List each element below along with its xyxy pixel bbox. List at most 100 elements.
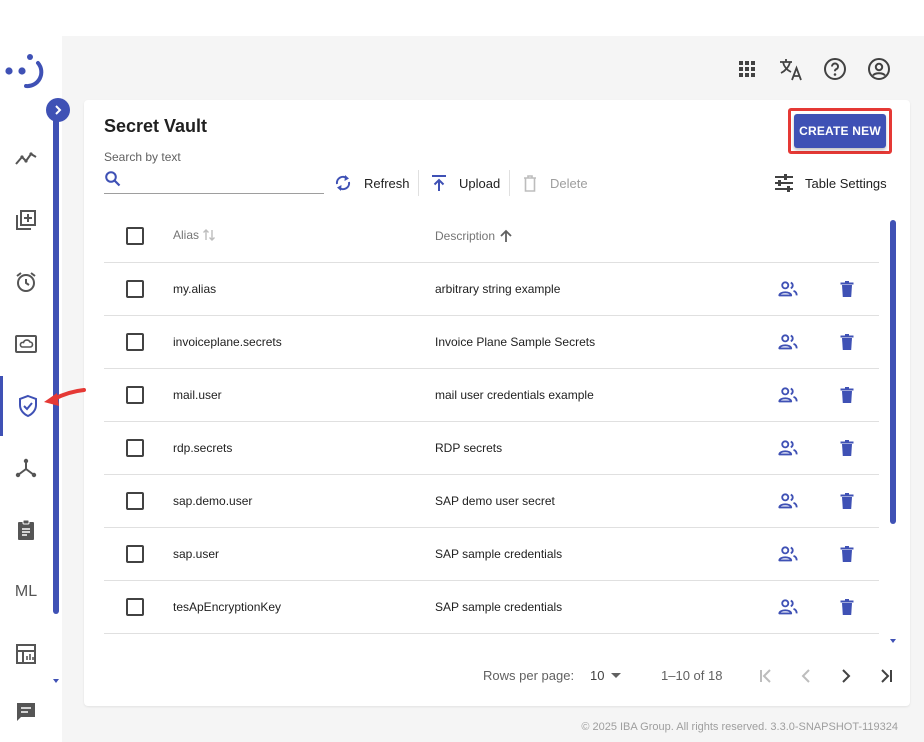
search-input[interactable] [130,170,320,192]
cloud-box-icon [14,332,38,356]
delete-icon[interactable] [835,595,859,619]
refresh-label: Refresh [364,175,410,191]
share-users-icon[interactable] [776,436,800,460]
apps-grid-icon[interactable] [732,54,762,84]
shield-check-icon [16,394,40,418]
chevron-right-icon [51,103,65,117]
sidebar-item-nodes[interactable] [0,438,52,498]
delete-label: Delete [550,175,588,191]
next-page-icon[interactable] [833,663,859,689]
refresh-button[interactable]: Refresh [332,170,410,196]
table-row[interactable]: invoiceplane.secrets Invoice Plane Sampl… [104,316,879,369]
table-row[interactable]: tesApEncryptionKey SAP sample credential… [104,581,879,634]
delete-button[interactable]: Delete [520,170,588,196]
row-checkbox[interactable] [126,439,144,457]
toolbar-divider [418,170,419,196]
app-logo[interactable] [4,50,46,92]
upload-button[interactable]: Upload [429,170,500,196]
chat-icon [14,700,38,724]
secret-vault-card: Secret Vault CREATE NEW Search by text R… [84,100,910,706]
table-row[interactable]: sap.demo.user SAP demo user secret [104,475,879,528]
row-checkbox[interactable] [126,545,144,563]
toolbar-divider [509,170,510,196]
annotation-arrow-icon [38,384,88,412]
table-chart-icon [14,642,38,666]
sidebar-item-processes[interactable] [0,190,52,250]
row-checkbox[interactable] [126,280,144,298]
rows-per-page-value: 10 [590,667,605,683]
delete-icon[interactable] [835,489,859,513]
cell-alias: sap.demo.user [173,494,253,508]
sort-ascending-icon [498,228,514,244]
line-chart-icon [14,146,38,170]
column-header-description[interactable]: Description [435,228,514,244]
table-row[interactable]: rdp.secrets RDP secrets [104,422,879,475]
previous-page-icon[interactable] [793,663,819,689]
sidebar-item-label: ML [14,583,38,600]
search-label: Search by text [104,150,181,164]
share-users-icon[interactable] [776,277,800,301]
last-page-icon[interactable] [873,663,899,689]
sort-both-icon [202,228,216,242]
share-users-icon[interactable] [776,489,800,513]
clipboard-icon [14,518,38,542]
sidebar-item-dashboard[interactable] [0,128,52,188]
sidebar-item-ml[interactable]: ML [0,562,52,622]
refresh-icon [332,172,354,194]
select-all-checkbox[interactable] [126,227,144,245]
cell-description: mail user credentials example [435,388,594,402]
delete-outline-icon [520,173,540,193]
rows-per-page-label: Rows per page: [483,668,575,683]
pagination-range: 1–10 of 18 [661,668,723,683]
alarm-icon [14,270,38,294]
delete-icon[interactable] [835,330,859,354]
delete-icon[interactable] [835,542,859,566]
secrets-table: Alias Description my.alias arbitrary str… [104,210,879,634]
footer-copyright: © 2025 IBA Group. All rights reserved. 3… [581,721,898,733]
cell-alias: invoiceplane.secrets [173,335,282,349]
delete-icon[interactable] [835,436,859,460]
table-row[interactable]: my.alias arbitrary string example [104,263,879,316]
share-users-icon[interactable] [776,383,800,407]
share-users-icon[interactable] [776,330,800,354]
sidebar-item-storage[interactable] [0,314,52,374]
account-circle-icon[interactable] [864,54,894,84]
upload-icon [429,173,449,193]
share-users-icon[interactable] [776,542,800,566]
sidebar-scrollbar[interactable] [53,118,59,614]
table-row[interactable]: sap.user SAP sample credentials [104,528,879,581]
search-field[interactable] [104,168,324,194]
cell-alias: mail.user [173,388,222,402]
sidebar-item-tasks[interactable] [0,500,52,560]
search-icon [104,170,122,188]
first-page-icon[interactable] [753,663,779,689]
create-new-button[interactable]: CREATE NEW [794,114,886,148]
delete-icon[interactable] [835,383,859,407]
table-settings-button[interactable]: Table Settings [773,170,887,196]
cell-description: RDP secrets [435,441,503,455]
table-scrollbar[interactable] [890,220,896,524]
cell-description: SAP demo user secret [435,494,555,508]
table-row[interactable]: mail.user mail user credentials example [104,369,879,422]
cell-alias: sap.user [173,547,220,561]
library-add-icon [14,208,38,232]
column-header-alias[interactable]: Alias [173,228,216,242]
row-checkbox[interactable] [126,333,144,351]
sidebar-scroll-down-icon[interactable] [52,672,60,683]
delete-icon[interactable] [835,277,859,301]
table-scroll-down-icon[interactable] [889,632,897,643]
translate-icon[interactable] [776,54,806,84]
share-users-icon[interactable] [776,595,800,619]
rows-per-page-select[interactable]: 10 [590,664,622,686]
help-circle-icon[interactable] [820,54,850,84]
sidebar-item-reports[interactable] [0,624,52,684]
row-checkbox[interactable] [126,492,144,510]
sidebar-expand-button[interactable] [46,98,70,122]
row-checkbox[interactable] [126,598,144,616]
row-checkbox[interactable] [126,386,144,404]
cell-alias: tesApEncryptionKey [173,600,282,614]
create-button-highlight: CREATE NEW [788,108,892,154]
sidebar-item-scheduler[interactable] [0,252,52,312]
sidebar-item-chat[interactable] [0,682,52,742]
cell-description: Invoice Plane Sample Secrets [435,335,596,349]
